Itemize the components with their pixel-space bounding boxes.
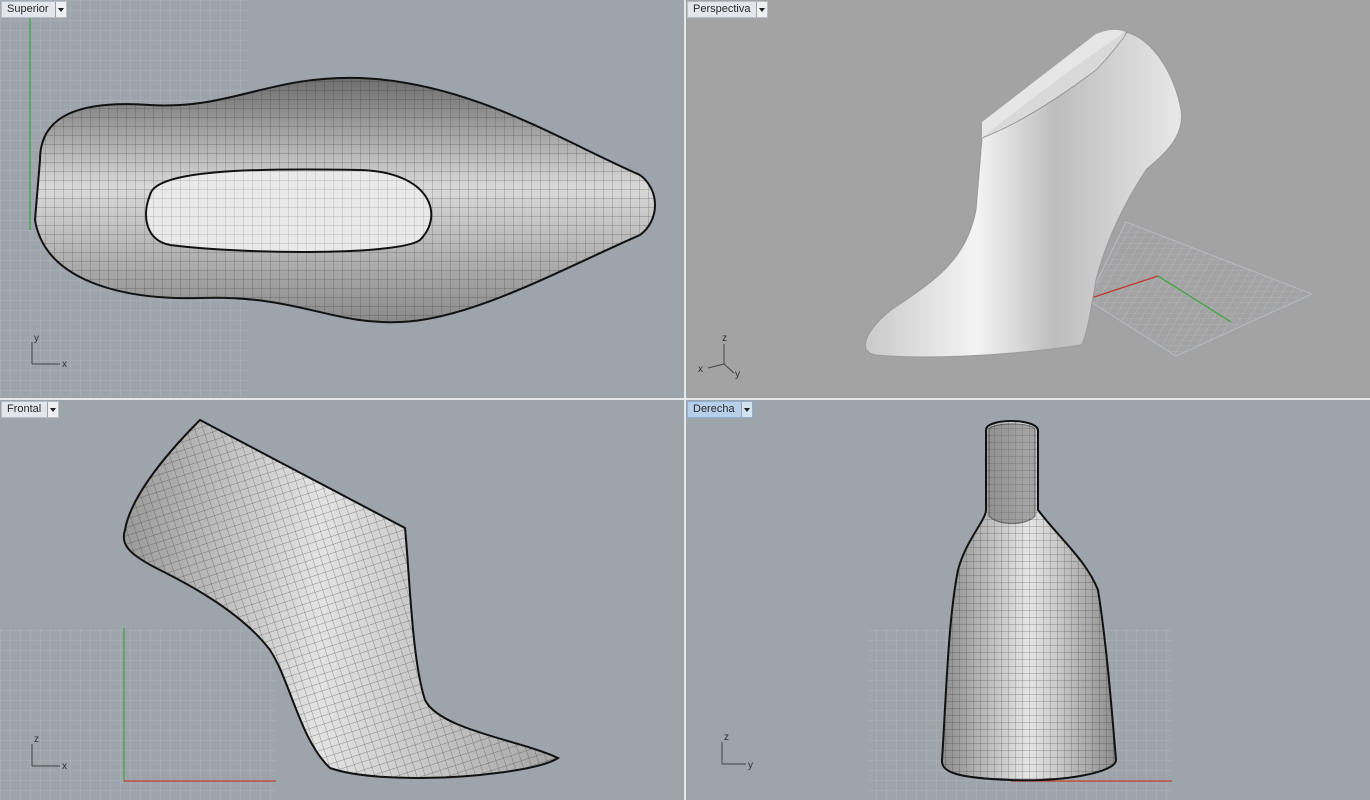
viewport-title: Frontal: [7, 403, 42, 415]
axis-label-y: y: [735, 369, 740, 380]
viewport-title: Derecha: [693, 403, 735, 415]
top-viewport-canvas[interactable]: y x: [0, 0, 684, 398]
viewport-menu-button[interactable]: [54, 2, 66, 17]
viewport-menu-button[interactable]: [756, 2, 768, 17]
viewport-tab-superior[interactable]: Superior: [1, 1, 67, 18]
triangle-down-icon: [50, 407, 57, 412]
viewport-title: Superior: [7, 3, 49, 15]
axis-label-x: x: [62, 359, 67, 370]
axes-triad-icon: z y: [721, 732, 753, 771]
viewport-menu-button[interactable]: [740, 402, 752, 417]
viewport-perspective[interactable]: z x y Perspectiva: [686, 0, 1370, 398]
construction-grid: [0, 628, 276, 800]
perspective-viewport-canvas[interactable]: z x y: [686, 0, 1370, 398]
viewport-top[interactable]: y x Superior: [0, 0, 684, 398]
viewport-tab-frontal[interactable]: Frontal: [1, 401, 60, 418]
axis-label-z: z: [724, 732, 729, 743]
triangle-down-icon: [759, 7, 766, 12]
axis-label-x: x: [62, 761, 67, 772]
viewport-front[interactable]: z x Frontal: [0, 400, 684, 800]
shoe-heel-right: [988, 423, 1036, 525]
axis-label-x: x: [698, 364, 703, 375]
shoe-mesh-right[interactable]: [940, 420, 1118, 782]
viewport-title: Perspectiva: [693, 3, 751, 15]
viewport-right[interactable]: z y Derecha: [686, 400, 1370, 800]
axis-label-z: z: [722, 333, 727, 344]
axis-label-y: y: [34, 333, 39, 344]
viewport-tab-derecha[interactable]: Derecha: [687, 401, 753, 418]
triangle-down-icon: [743, 407, 750, 412]
viewport-menu-button[interactable]: [47, 402, 59, 417]
triangle-down-icon: [57, 7, 64, 12]
viewport-tab-perspectiva[interactable]: Perspectiva: [687, 1, 769, 18]
front-viewport-canvas[interactable]: z x: [0, 400, 684, 800]
shoe-mesh-top[interactable]: [33, 76, 656, 324]
axes-triad-icon: z x y: [698, 333, 740, 380]
axis-label-y: y: [748, 760, 753, 771]
axis-label-z: z: [34, 734, 39, 745]
construction-grid: [1087, 221, 1314, 357]
right-viewport-canvas[interactable]: z y: [686, 400, 1370, 800]
